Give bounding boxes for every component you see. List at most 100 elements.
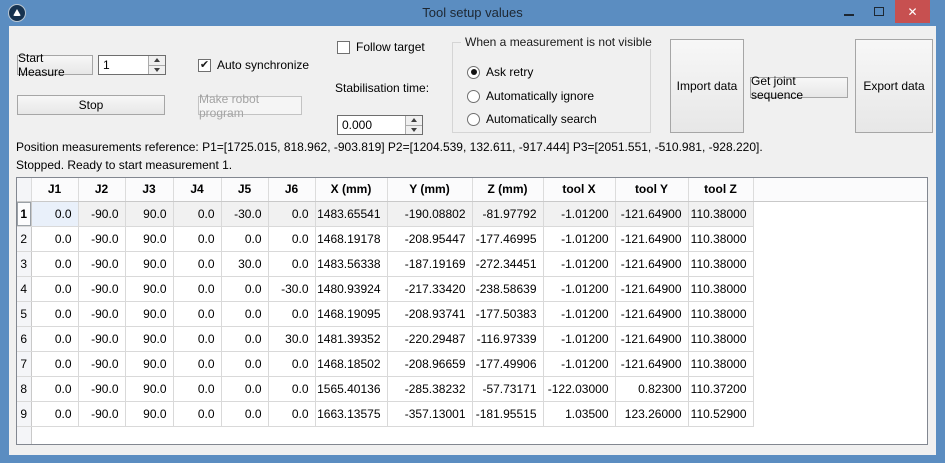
measure-number-spinbox[interactable]: 1 — [98, 55, 166, 75]
table-cell[interactable]: -238.58639 — [472, 276, 543, 301]
measure-number-value[interactable]: 1 — [99, 56, 148, 74]
column-header-j3[interactable]: J3 — [125, 178, 173, 201]
table-cell[interactable]: -121.64900 — [615, 351, 688, 376]
table-cell[interactable]: 0.0 — [173, 401, 221, 426]
radio-automatically-ignore[interactable]: Automatically ignore — [467, 89, 594, 103]
spin-down-button[interactable] — [406, 126, 422, 135]
minimize-button[interactable] — [835, 0, 863, 23]
import-data-button[interactable]: Import data — [670, 39, 744, 133]
table-cell[interactable]: -208.93741 — [387, 301, 472, 326]
table-cell[interactable]: 0.0 — [268, 201, 315, 226]
table-cell[interactable]: 1483.56338 — [315, 251, 387, 276]
table-cell[interactable]: -217.33420 — [387, 276, 472, 301]
table-cell[interactable]: 110.38000 — [688, 301, 753, 326]
table-cell[interactable]: 1468.19095 — [315, 301, 387, 326]
table-cell[interactable]: -90.0 — [78, 226, 125, 251]
stabilisation-time-value[interactable]: 0.000 — [338, 116, 405, 134]
row-number[interactable]: 7 — [17, 351, 31, 376]
column-header-j4[interactable]: J4 — [173, 178, 221, 201]
table-cell[interactable]: 0.0 — [31, 201, 78, 226]
maximize-button[interactable] — [865, 0, 893, 23]
auto-synchronize-checkbox-row[interactable]: ✔ Auto synchronize — [198, 58, 309, 72]
table-cell[interactable]: -208.95447 — [387, 226, 472, 251]
table-cell[interactable]: 90.0 — [125, 301, 173, 326]
table-cell[interactable]: 0.0 — [268, 301, 315, 326]
table-cell[interactable]: -30.0 — [221, 201, 268, 226]
table-cell[interactable]: 0.0 — [31, 401, 78, 426]
table-cell[interactable]: -1.01200 — [543, 201, 615, 226]
table-cell[interactable]: 0.0 — [31, 276, 78, 301]
column-header-tool-x[interactable]: tool X — [543, 178, 615, 201]
follow-target-checkbox-row[interactable]: ✔ Follow target — [337, 40, 425, 54]
column-header-j2[interactable]: J2 — [78, 178, 125, 201]
table-cell[interactable]: 0.0 — [221, 276, 268, 301]
table-cell[interactable]: -285.38232 — [387, 376, 472, 401]
spin-up-button[interactable] — [149, 56, 165, 66]
radio-automatically-search[interactable]: Automatically search — [467, 112, 597, 126]
make-robot-program-button[interactable]: Make robot program — [198, 96, 302, 115]
table-cell[interactable]: 0.0 — [173, 201, 221, 226]
table-cell[interactable]: 0.0 — [268, 351, 315, 376]
row-number[interactable]: 9 — [17, 401, 31, 426]
column-header-y-mm-[interactable]: Y (mm) — [387, 178, 472, 201]
table-cell[interactable]: 110.38000 — [688, 201, 753, 226]
table-cell[interactable]: 0.0 — [268, 251, 315, 276]
column-header-tool-y[interactable]: tool Y — [615, 178, 688, 201]
table-cell[interactable]: 0.0 — [268, 226, 315, 251]
table-cell[interactable]: 110.37200 — [688, 376, 753, 401]
spin-up-button[interactable] — [406, 116, 422, 126]
table-cell[interactable]: 110.38000 — [688, 326, 753, 351]
table-cell[interactable]: 90.0 — [125, 226, 173, 251]
table-cell[interactable]: 0.0 — [221, 351, 268, 376]
table-cell[interactable]: 90.0 — [125, 401, 173, 426]
table-cell[interactable]: 110.38000 — [688, 226, 753, 251]
table-cell[interactable]: 110.38000 — [688, 276, 753, 301]
row-number[interactable]: 1 — [17, 201, 31, 226]
table-cell[interactable]: -1.01200 — [543, 251, 615, 276]
table-cell[interactable]: -220.29487 — [387, 326, 472, 351]
table-cell[interactable]: 90.0 — [125, 376, 173, 401]
table-cell[interactable]: -190.08802 — [387, 201, 472, 226]
table-cell[interactable]: 1.03500 — [543, 401, 615, 426]
table-cell[interactable]: 0.0 — [268, 401, 315, 426]
stabilisation-time-spinbox[interactable]: 0.000 — [337, 115, 423, 135]
table-cell[interactable]: 0.0 — [31, 301, 78, 326]
table-cell[interactable]: 0.0 — [173, 301, 221, 326]
table-cell[interactable]: -116.97339 — [472, 326, 543, 351]
measurements-table-container[interactable]: J1J2J3J4J5J6X (mm)Y (mm)Z (mm)tool Xtool… — [16, 177, 928, 445]
table-cell[interactable]: 0.0 — [173, 226, 221, 251]
table-cell[interactable]: 0.0 — [173, 326, 221, 351]
table-cell[interactable]: 123.26000 — [615, 401, 688, 426]
stop-button[interactable]: Stop — [17, 95, 165, 115]
table-cell[interactable]: -272.34451 — [472, 251, 543, 276]
table-cell[interactable]: -90.0 — [78, 326, 125, 351]
table-cell[interactable]: -121.64900 — [615, 251, 688, 276]
table-cell[interactable]: 1480.93924 — [315, 276, 387, 301]
row-number[interactable]: 4 — [17, 276, 31, 301]
column-header-j5[interactable]: J5 — [221, 178, 268, 201]
auto-synchronize-checkbox[interactable]: ✔ — [198, 59, 211, 72]
column-header-z-mm-[interactable]: Z (mm) — [472, 178, 543, 201]
table-cell[interactable]: -90.0 — [78, 301, 125, 326]
table-cell[interactable]: 0.0 — [173, 251, 221, 276]
column-header-j6[interactable]: J6 — [268, 178, 315, 201]
table-cell[interactable]: -90.0 — [78, 201, 125, 226]
table-cell[interactable]: -90.0 — [78, 401, 125, 426]
radio-button[interactable] — [467, 66, 480, 79]
table-cell[interactable]: 0.0 — [31, 351, 78, 376]
table-cell[interactable]: 110.38000 — [688, 251, 753, 276]
get-joint-sequence-button[interactable]: Get joint sequence — [750, 77, 848, 98]
table-cell[interactable]: -177.46995 — [472, 226, 543, 251]
table-cell[interactable]: -121.64900 — [615, 326, 688, 351]
table-cell[interactable]: -90.0 — [78, 251, 125, 276]
table-cell[interactable]: -1.01200 — [543, 226, 615, 251]
table-cell[interactable]: 90.0 — [125, 251, 173, 276]
radio-ask-retry[interactable]: Ask retry — [467, 65, 533, 79]
table-cell[interactable]: 0.0 — [173, 351, 221, 376]
table-cell[interactable]: 90.0 — [125, 351, 173, 376]
table-cell[interactable]: -90.0 — [78, 276, 125, 301]
table-cell[interactable]: -30.0 — [268, 276, 315, 301]
table-cell[interactable]: 1483.65541 — [315, 201, 387, 226]
table-cell[interactable]: 0.82300 — [615, 376, 688, 401]
table-cell[interactable]: 30.0 — [268, 326, 315, 351]
